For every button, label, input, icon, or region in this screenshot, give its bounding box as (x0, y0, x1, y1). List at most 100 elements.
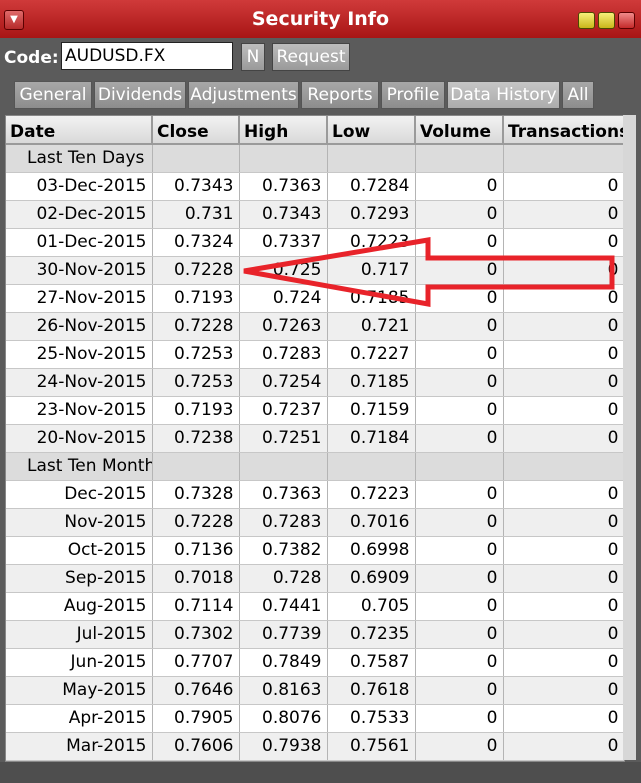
table-row[interactable]: May-2015 0.7646 0.8163 0.7618 0 0 (6, 676, 624, 705)
tab-all[interactable]: All (562, 81, 594, 109)
window-title: Security Info (251, 8, 390, 30)
group-cell (503, 452, 624, 481)
cell-transactions: 0 (503, 200, 624, 229)
table-row[interactable]: 03-Dec-2015 0.7343 0.7363 0.7284 0 0 (6, 172, 624, 201)
table-row[interactable]: 01-Dec-2015 0.7324 0.7337 0.7223 0 0 (6, 228, 624, 257)
request-button[interactable]: Request (272, 43, 350, 71)
group-row[interactable]: Last Ten Days (6, 144, 624, 173)
tab-reports[interactable]: Reports (301, 81, 379, 109)
cell-volume: 0 (415, 620, 504, 649)
column-header-transactions[interactable]: Transactions (503, 116, 624, 145)
table-row[interactable]: Sep-2015 0.7018 0.728 0.6909 0 0 (6, 564, 624, 593)
n-button[interactable]: N (241, 43, 265, 71)
cell-low: 0.7561 (327, 732, 416, 761)
table-row[interactable]: 26-Nov-2015 0.7228 0.7263 0.721 0 0 (6, 312, 624, 341)
table-row[interactable]: Dec-2015 0.7328 0.7363 0.7223 0 0 (6, 480, 624, 509)
table-row[interactable]: Aug-2015 0.7114 0.7441 0.705 0 0 (6, 592, 624, 621)
column-header-date[interactable]: Date (6, 116, 153, 145)
code-bar: Code: N Request (0, 38, 641, 76)
cell-transactions: 0 (503, 172, 624, 201)
title-bar[interactable]: ▼ Security Info (0, 0, 641, 39)
cell-date: Jun-2015 (6, 648, 153, 677)
table-row[interactable]: Nov-2015 0.7228 0.7283 0.7016 0 0 (6, 508, 624, 537)
tab-adjustments[interactable]: Adjustments (188, 81, 299, 109)
cell-volume: 0 (415, 676, 504, 705)
table-row[interactable]: 25-Nov-2015 0.7253 0.7283 0.7227 0 0 (6, 340, 624, 369)
cell-volume: 0 (415, 200, 504, 229)
tab-dividends[interactable]: Dividends (94, 81, 186, 109)
cell-high: 0.8163 (239, 676, 328, 705)
cell-high: 0.7382 (239, 536, 328, 565)
table-row[interactable]: Apr-2015 0.7905 0.8076 0.7533 0 0 (6, 704, 624, 733)
cell-close: 0.7253 (152, 368, 240, 397)
cell-high: 0.7363 (239, 172, 328, 201)
table-row[interactable]: 02-Dec-2015 0.731 0.7343 0.7293 0 0 (6, 200, 624, 229)
table-row[interactable]: Jul-2015 0.7302 0.7739 0.7235 0 0 (6, 620, 624, 649)
cell-volume: 0 (415, 732, 504, 761)
cell-transactions: 0 (503, 424, 624, 453)
cell-volume: 0 (415, 424, 504, 453)
cell-low: 0.7185 (327, 284, 416, 313)
cell-transactions: 0 (503, 480, 624, 509)
cell-transactions: 0 (503, 368, 624, 397)
minimize-button[interactable] (578, 12, 595, 29)
column-header-volume[interactable]: Volume (415, 116, 504, 145)
cell-low: 0.7533 (327, 704, 416, 733)
cell-high: 0.7363 (239, 480, 328, 509)
cell-low: 0.7227 (327, 340, 416, 369)
cell-close: 0.7606 (152, 732, 240, 761)
cell-date: 23-Nov-2015 (6, 396, 153, 425)
cell-close: 0.7324 (152, 228, 240, 257)
table-row[interactable]: 23-Nov-2015 0.7193 0.7237 0.7159 0 0 (6, 396, 624, 425)
table-row[interactable]: Mar-2015 0.7606 0.7938 0.7561 0 0 (6, 732, 624, 761)
group-row[interactable]: Last Ten Months (6, 452, 624, 481)
cell-volume: 0 (415, 536, 504, 565)
table-row[interactable]: 24-Nov-2015 0.7253 0.7254 0.7185 0 0 (6, 368, 624, 397)
cell-close: 0.7228 (152, 508, 240, 537)
cell-close: 0.7707 (152, 648, 240, 677)
cell-date: Aug-2015 (6, 592, 153, 621)
table-row[interactable]: 27-Nov-2015 0.7193 0.724 0.7185 0 0 (6, 284, 624, 313)
tab-general[interactable]: General (14, 81, 92, 109)
table-row[interactable]: 30-Nov-2015 0.7228 0.725 0.717 0 0 (6, 256, 624, 285)
group-cell (503, 144, 624, 173)
tab-data-history[interactable]: Data History (447, 81, 560, 109)
column-header-close[interactable]: Close (152, 116, 240, 145)
group-cell (415, 452, 504, 481)
cell-close: 0.7905 (152, 704, 240, 733)
cell-close: 0.7018 (152, 564, 240, 593)
code-input[interactable] (61, 42, 233, 70)
cell-date: Jul-2015 (6, 620, 153, 649)
tab-profile[interactable]: Profile (381, 81, 445, 109)
cell-volume: 0 (415, 368, 504, 397)
cell-transactions: 0 (503, 256, 624, 285)
cell-high: 0.728 (239, 564, 328, 593)
group-cell (327, 452, 416, 481)
maximize-button[interactable] (598, 12, 615, 29)
cell-close: 0.7253 (152, 340, 240, 369)
group-label: Last Ten Days (6, 144, 153, 173)
cell-transactions: 0 (503, 312, 624, 341)
cell-close: 0.7302 (152, 620, 240, 649)
cell-low: 0.7223 (327, 480, 416, 509)
table-row[interactable]: Oct-2015 0.7136 0.7382 0.6998 0 0 (6, 536, 624, 565)
column-header-high[interactable]: High (239, 116, 328, 145)
group-cell (327, 144, 416, 173)
table-row[interactable]: Jun-2015 0.7707 0.7849 0.7587 0 0 (6, 648, 624, 677)
cell-date: Nov-2015 (6, 508, 153, 537)
cell-volume: 0 (415, 564, 504, 593)
cell-close: 0.7136 (152, 536, 240, 565)
cell-close: 0.7343 (152, 172, 240, 201)
cell-close: 0.731 (152, 200, 240, 229)
table-row[interactable]: 20-Nov-2015 0.7238 0.7251 0.7184 0 0 (6, 424, 624, 453)
vertical-scrollbar[interactable] (623, 115, 636, 760)
cell-transactions: 0 (503, 676, 624, 705)
cell-transactions: 0 (503, 732, 624, 761)
column-header-low[interactable]: Low (327, 116, 416, 145)
cell-transactions: 0 (503, 228, 624, 257)
cell-volume: 0 (415, 256, 504, 285)
cell-high: 0.725 (239, 256, 328, 285)
close-button[interactable] (618, 12, 635, 29)
cell-low: 0.721 (327, 312, 416, 341)
cell-low: 0.7016 (327, 508, 416, 537)
